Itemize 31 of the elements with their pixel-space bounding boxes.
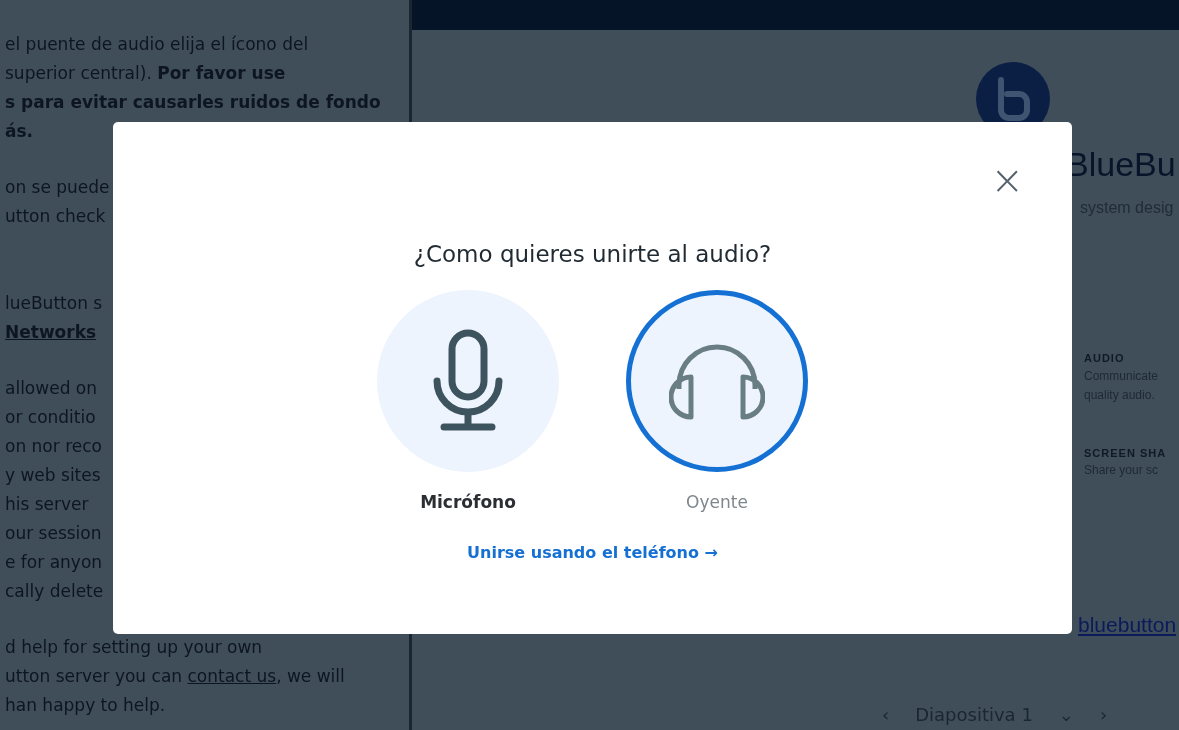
paragraph-line: allowed on <box>5 377 98 400</box>
paragraph-line: y web sites <box>5 464 102 487</box>
paragraph-line: utton server you can contact us, we will <box>5 665 346 688</box>
phone-join-link[interactable]: Unirse usando el teléfono → <box>467 541 718 565</box>
paragraph-line: lueButton s <box>5 292 104 315</box>
paragraph-line: han happy to help. <box>5 694 167 717</box>
paragraph-line: superior central). Por favor use <box>5 62 287 85</box>
contact-link[interactable]: contact us <box>187 666 277 686</box>
microphone-option[interactable]: Micrófono <box>377 289 559 515</box>
paragraph-line: el puente de audio elija el ícono del <box>5 33 310 56</box>
networks-link[interactable]: Networks <box>5 322 97 342</box>
dialog-title: ¿Como quieres unirte al audio? <box>413 240 772 269</box>
paragraph-line: on nor reco <box>5 435 103 458</box>
close-button[interactable]: × <box>986 160 1028 200</box>
prev-slide-button[interactable]: ‹ <box>882 701 890 728</box>
paragraph-line: ás. <box>5 120 35 143</box>
headphones-option[interactable]: Oyente <box>626 289 808 515</box>
paragraph-line: utton check <box>5 205 107 228</box>
next-slide-button[interactable]: › <box>1099 701 1108 728</box>
paragraph-line: e for anyon <box>5 551 104 574</box>
option-label: Micrófono <box>420 490 516 514</box>
option-label: Oyente <box>686 490 748 514</box>
paragraph-line: our session <box>5 522 103 545</box>
caret-icon[interactable]: ⌄ <box>1058 701 1074 728</box>
paragraph-line: on se puede <box>5 176 111 199</box>
microphone-icon <box>432 328 504 433</box>
paragraph-line: his server <box>5 493 90 516</box>
paragraph-line: d help for setting up your own <box>5 636 264 659</box>
paragraph-line: or conditio <box>5 406 97 429</box>
paragraph-line: s para evitar causarles ruidos de fondo <box>5 91 382 114</box>
paragraph-line: cally delete <box>5 580 105 603</box>
